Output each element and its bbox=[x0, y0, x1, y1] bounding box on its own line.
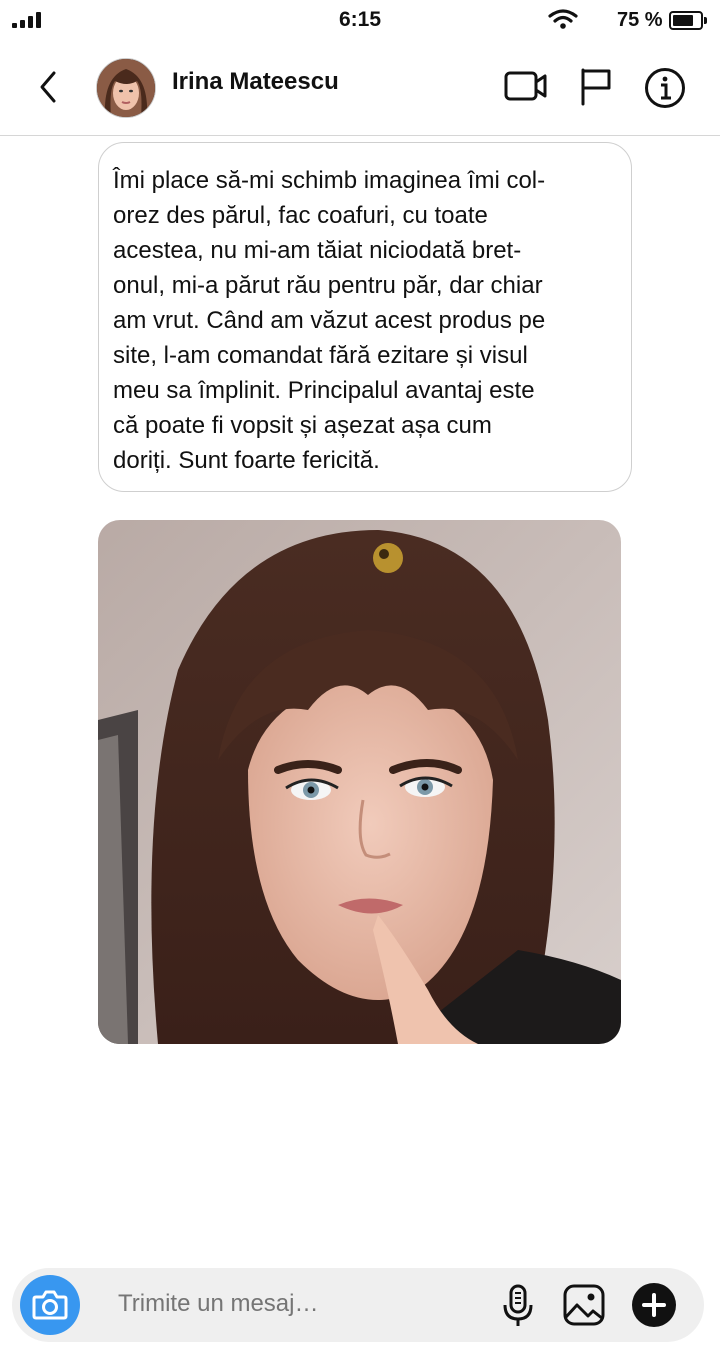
message-input[interactable] bbox=[118, 1290, 478, 1318]
message-bubble[interactable]: Îmi place să-mi schimb imaginea îmi col-… bbox=[98, 142, 632, 492]
info-icon[interactable] bbox=[644, 67, 686, 109]
battery-icon bbox=[669, 11, 707, 30]
battery-fill bbox=[673, 15, 693, 26]
microphone-icon[interactable] bbox=[498, 1283, 538, 1329]
chat-header: Irina Mateescu bbox=[0, 42, 720, 136]
video-camera-icon[interactable] bbox=[504, 66, 548, 106]
flag-icon[interactable] bbox=[578, 66, 614, 106]
photo-message[interactable] bbox=[98, 520, 621, 1044]
status-time: 6:15 bbox=[338, 8, 382, 31]
gallery-icon[interactable] bbox=[562, 1283, 606, 1327]
camera-button[interactable] bbox=[20, 1275, 80, 1335]
battery-percent: 75 % bbox=[617, 9, 663, 31]
message-text: Îmi place să-mi schimb imaginea îmi col-… bbox=[113, 167, 546, 474]
contact-name[interactable]: Irina Mateescu bbox=[172, 68, 339, 96]
camera-icon bbox=[32, 1290, 68, 1320]
back-chevron-icon[interactable] bbox=[34, 69, 64, 105]
plus-icon bbox=[642, 1293, 666, 1317]
avatar[interactable] bbox=[96, 58, 156, 118]
wifi-icon bbox=[548, 9, 578, 29]
message-composer bbox=[12, 1268, 704, 1342]
plus-button[interactable] bbox=[632, 1283, 676, 1327]
status-bar: 6:15 75 % bbox=[0, 0, 720, 42]
